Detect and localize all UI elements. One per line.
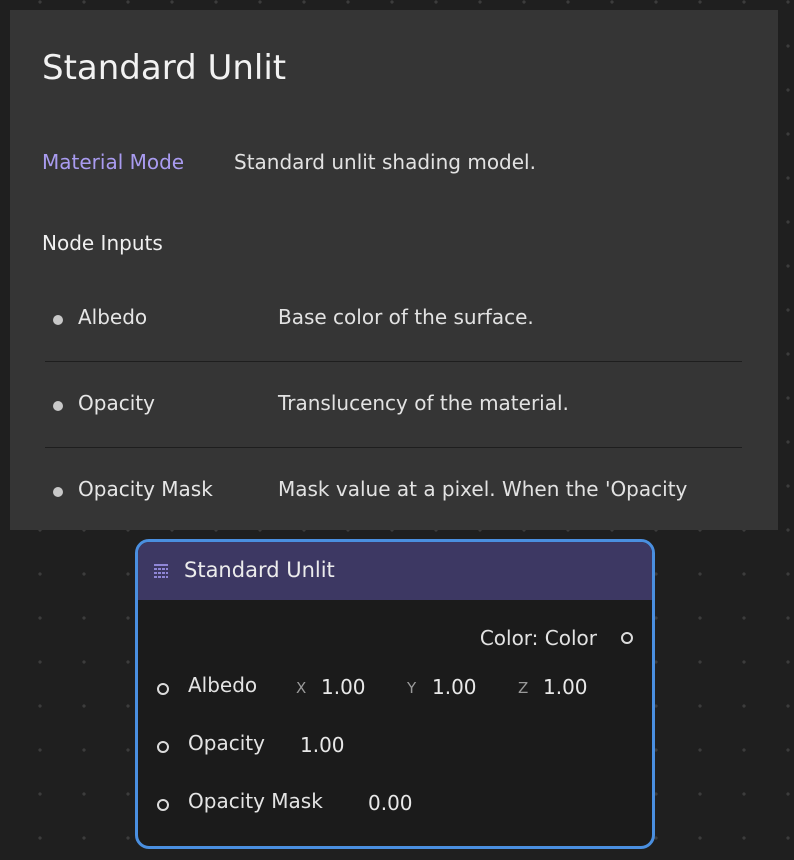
material-mode-description: Standard unlit shading model. <box>234 150 536 174</box>
bullet-icon <box>53 401 63 411</box>
node-input-opacity: Opacity 1.00 <box>138 731 652 761</box>
material-mode-row: Material Mode Standard unlit shading mod… <box>42 150 536 174</box>
tooltip-input-description: Mask value at a pixel. When the 'Opacity <box>278 477 688 501</box>
albedo-label: Albedo <box>188 673 258 697</box>
tooltip-input-description: Base color of the surface. <box>278 305 534 329</box>
node-input-opacity-mask: Opacity Mask 0.00 <box>138 789 652 819</box>
material-mode-label: Material Mode <box>42 150 185 174</box>
albedo-x-field[interactable]: 1.00 <box>321 675 366 699</box>
input-socket-opacity[interactable] <box>157 741 169 753</box>
tooltip-input-row-opacity-mask: Opacity Mask Mask value at a pixel. When… <box>45 447 742 530</box>
grid-node-icon <box>154 564 168 578</box>
node-input-albedo: Albedo X 1.00 Y 1.00 Z 1.00 <box>138 673 652 703</box>
bullet-icon <box>53 315 63 325</box>
opacity-label: Opacity <box>188 731 265 755</box>
z-axis-label: Z <box>518 679 529 697</box>
input-socket-opacity-mask[interactable] <box>157 799 169 811</box>
x-axis-label: X <box>296 679 307 697</box>
node-header[interactable]: Standard Unlit <box>138 542 652 600</box>
y-axis-label: Y <box>407 679 417 697</box>
node-tooltip: Standard Unlit Material Mode Standard un… <box>10 10 778 530</box>
input-socket-albedo[interactable] <box>157 683 169 695</box>
standard-unlit-node[interactable]: Standard Unlit Color: Color Albedo X 1.0… <box>135 539 655 849</box>
bullet-icon <box>53 487 63 497</box>
albedo-z-field[interactable]: 1.00 <box>543 675 588 699</box>
output-color-label: Color: Color <box>479 626 597 650</box>
output-socket-color[interactable] <box>621 632 633 644</box>
tooltip-title: Standard Unlit <box>42 48 287 88</box>
tooltip-input-name: Opacity <box>78 391 155 415</box>
opacity-field[interactable]: 1.00 <box>300 733 345 757</box>
tooltip-input-row-albedo: Albedo Base color of the surface. <box>45 275 742 362</box>
node-inputs-heading: Node Inputs <box>42 231 163 255</box>
tooltip-input-name: Albedo <box>78 305 148 329</box>
tooltip-input-row-opacity: Opacity Translucency of the material. <box>45 361 742 448</box>
node-title: Standard Unlit <box>184 558 335 582</box>
albedo-y-field[interactable]: 1.00 <box>432 675 477 699</box>
tooltip-input-name: Opacity Mask <box>78 477 213 501</box>
opacity-mask-field[interactable]: 0.00 <box>368 791 413 815</box>
opacity-mask-label: Opacity Mask <box>188 789 323 813</box>
tooltip-input-description: Translucency of the material. <box>278 391 569 415</box>
